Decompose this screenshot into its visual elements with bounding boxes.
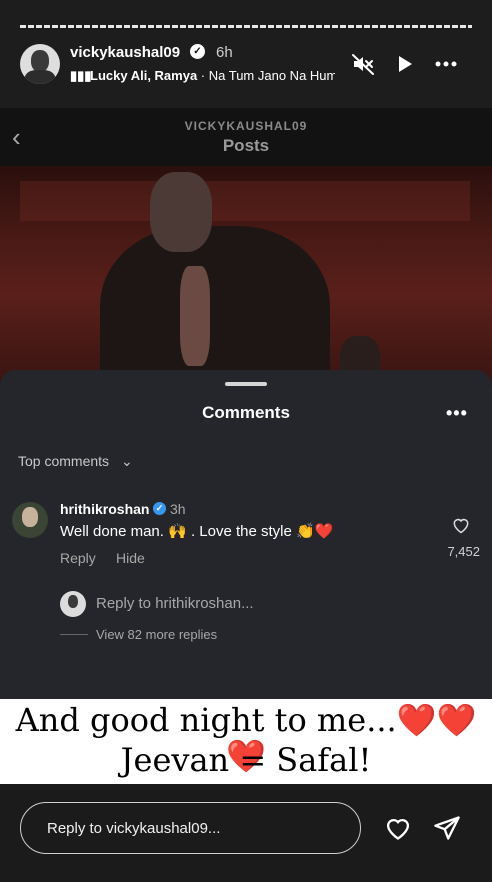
comment-like-count: 7,452 bbox=[447, 544, 480, 559]
view-more-replies: View 82 more replies bbox=[96, 627, 218, 642]
avatar-body bbox=[25, 70, 55, 84]
story-music-label[interactable]: ▮▮▮Lucky Ali, Ramya · Na Tum Jano Na Hum bbox=[70, 68, 335, 84]
more-options-icon[interactable] bbox=[434, 52, 458, 76]
photo-background-light bbox=[20, 181, 470, 221]
music-song: Na Tum Jano Na Hum bbox=[208, 68, 335, 83]
comment-reply-input: Reply to hrithikroshan... bbox=[96, 595, 254, 612]
post-username: VICKYKAUSHAL09 bbox=[184, 119, 308, 133]
story-viewer: vickykaushal09 ✓ 6h ▮▮▮Lucky Ali, Ramya … bbox=[0, 0, 492, 882]
caption-line-1-text: And good night to me... bbox=[15, 701, 397, 739]
verified-badge-icon: ✓ bbox=[190, 44, 205, 59]
story-progress-bar bbox=[20, 25, 472, 28]
comment-time: 3h bbox=[170, 501, 186, 517]
send-icon[interactable] bbox=[433, 814, 461, 842]
post-title: Posts bbox=[222, 136, 270, 155]
comments-sort: Top comments ⌄ bbox=[18, 453, 133, 470]
commenter-verified-icon: ✓ bbox=[153, 502, 166, 515]
comment-hide-link: Hide bbox=[116, 550, 145, 566]
post-photo bbox=[0, 166, 492, 381]
comment-body: Well done man. 🙌 . Love the style 👏 bbox=[60, 523, 315, 540]
story-time: 6h bbox=[216, 44, 233, 61]
comment-heart-emoji: ❤️ bbox=[314, 523, 334, 540]
commenter-avatar bbox=[12, 502, 48, 538]
sheet-drag-handle bbox=[225, 382, 267, 386]
story-author-username[interactable]: vickykaushal09 bbox=[70, 44, 180, 61]
music-bars-icon: ▮▮▮ bbox=[70, 68, 92, 83]
play-icon[interactable] bbox=[392, 52, 416, 76]
mute-icon[interactable] bbox=[351, 52, 375, 76]
comments-more-icon: ••• bbox=[446, 403, 468, 423]
photo-subject-chest bbox=[180, 266, 210, 366]
comments-title: Comments bbox=[202, 403, 290, 422]
story-caption: And good night to me...❤️❤️❤️ Jeevan = S… bbox=[0, 699, 492, 784]
commenter-username: hrithikroshan bbox=[60, 501, 150, 517]
comment-reply-link: Reply bbox=[60, 550, 96, 566]
comment-text: Well done man. 🙌 . Love the style 👏❤️ bbox=[60, 522, 333, 540]
photo-subject-head bbox=[150, 172, 212, 252]
my-avatar bbox=[60, 591, 86, 617]
replies-divider bbox=[60, 634, 88, 635]
my-avatar-face bbox=[68, 595, 78, 608]
chevron-down-icon: ⌄ bbox=[120, 453, 133, 469]
like-story-icon[interactable] bbox=[384, 814, 412, 842]
sort-label: Top comments bbox=[18, 453, 110, 469]
comment-like-icon bbox=[453, 518, 469, 534]
story-author-avatar[interactable] bbox=[20, 44, 60, 84]
commenter-face bbox=[22, 507, 38, 527]
story-reply-placeholder: Reply to vickykaushal09... bbox=[47, 820, 221, 837]
music-artists: Lucky Ali, Ramya bbox=[90, 68, 198, 83]
caption-line-2: Jeevan = Safal! bbox=[120, 741, 372, 779]
avatar-face bbox=[31, 50, 49, 72]
photo-subject-body bbox=[100, 226, 330, 381]
music-separator: · bbox=[197, 68, 209, 83]
